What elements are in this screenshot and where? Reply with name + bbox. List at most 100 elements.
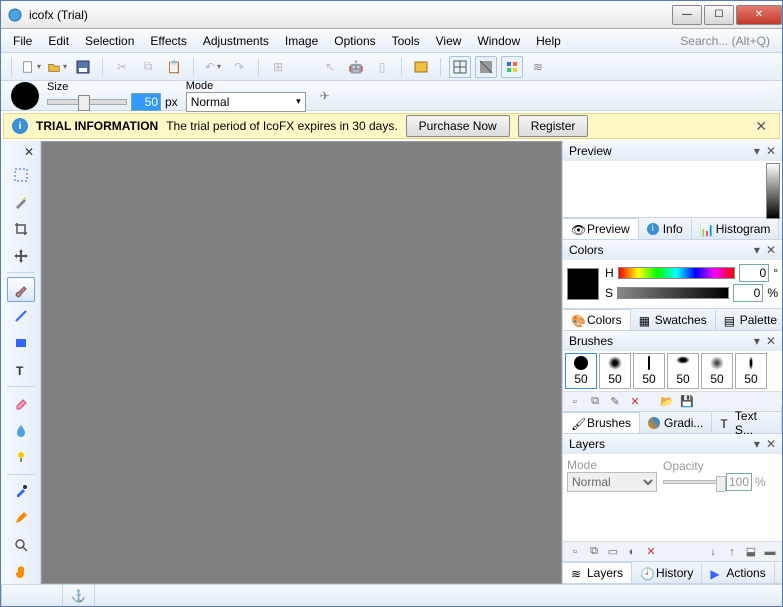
tool-text[interactable]: T xyxy=(7,358,35,383)
menu-view[interactable]: View xyxy=(428,31,470,51)
tab-preview[interactable]: 👁Preview xyxy=(563,218,639,239)
menu-window[interactable]: Window xyxy=(469,31,528,51)
panel-close-icon[interactable]: ✕ xyxy=(766,437,776,451)
brush-preset-3[interactable]: 50 xyxy=(633,353,665,389)
delete-brush-icon[interactable]: ✕ xyxy=(627,394,643,410)
tool-zoom[interactable] xyxy=(7,532,35,557)
tool-hand[interactable] xyxy=(7,559,35,584)
merge-down-icon[interactable]: ⬓ xyxy=(743,544,759,560)
menu-effects[interactable]: Effects xyxy=(142,31,194,51)
tab-histogram[interactable]: 📊Histogram xyxy=(692,219,780,239)
tool-pencil[interactable] xyxy=(7,506,35,531)
brush-preset-6[interactable]: 50 xyxy=(735,353,767,389)
menu-options[interactable]: Options xyxy=(326,31,383,51)
sat-value[interactable]: 0 xyxy=(733,284,763,302)
image-button[interactable] xyxy=(410,56,432,78)
dup-brush-icon[interactable]: ⧉ xyxy=(587,394,603,410)
open-button[interactable] xyxy=(46,56,68,78)
apple-icon[interactable] xyxy=(293,56,315,78)
dup-layer-icon[interactable]: ⧉ xyxy=(586,544,602,560)
collapse-icon[interactable]: ▾ xyxy=(754,334,760,348)
menu-tools[interactable]: Tools xyxy=(384,31,428,51)
size-input[interactable]: 50 xyxy=(131,93,161,111)
mask-icon[interactable]: ◐ xyxy=(624,544,640,560)
color-swatch[interactable] xyxy=(567,268,599,300)
size-slider[interactable] xyxy=(47,99,127,105)
close-button[interactable]: ✕ xyxy=(736,5,782,25)
grid1-button[interactable] xyxy=(449,56,471,78)
tab-layers[interactable]: ≋Layers xyxy=(563,562,632,583)
panel-close-icon[interactable]: ✕ xyxy=(766,243,776,257)
paste-button[interactable]: 📋 xyxy=(163,56,185,78)
collapse-icon[interactable]: ▾ xyxy=(754,243,760,257)
undo-button[interactable]: ↶ xyxy=(202,56,224,78)
sat-slider[interactable] xyxy=(617,287,729,299)
menu-selection[interactable]: Selection xyxy=(77,31,142,51)
phone-icon[interactable]: ▯ xyxy=(371,56,393,78)
tool-brush[interactable] xyxy=(7,277,35,302)
hue-slider[interactable] xyxy=(618,267,736,279)
windows-icon[interactable]: ⊞ xyxy=(267,56,289,78)
tool-eraser[interactable] xyxy=(7,391,35,416)
airbrush-icon[interactable]: ✈ xyxy=(314,85,336,107)
new-brush-icon[interactable]: ▫ xyxy=(567,394,583,410)
opacity-value[interactable]: 100 xyxy=(726,473,752,491)
maximize-button[interactable]: ☐ xyxy=(704,5,734,25)
new-layer-icon[interactable]: ▫ xyxy=(567,544,583,560)
brush-preset-1[interactable]: 50 xyxy=(565,353,597,389)
brush-preset-5[interactable]: 50 xyxy=(701,353,733,389)
new-group-icon[interactable]: ▭ xyxy=(605,544,621,560)
menu-file[interactable]: File xyxy=(5,31,40,51)
search-input[interactable]: Search... (Alt+Q) xyxy=(672,31,778,51)
tab-swatches[interactable]: ▦Swatches xyxy=(631,310,716,330)
panel-close-icon[interactable]: ✕ xyxy=(766,334,776,348)
tool-eyedropper[interactable] xyxy=(7,479,35,504)
tool-crop[interactable] xyxy=(7,217,35,242)
grid3-button[interactable] xyxy=(501,56,523,78)
purchase-button[interactable]: Purchase Now xyxy=(406,115,510,137)
tool-move[interactable] xyxy=(7,243,35,268)
redo-button[interactable]: ↷ xyxy=(228,56,250,78)
save-button[interactable] xyxy=(72,56,94,78)
tool-blur[interactable] xyxy=(7,418,35,443)
hue-value[interactable]: 0 xyxy=(739,264,769,282)
mode-select[interactable]: Normal xyxy=(186,92,306,112)
tab-info[interactable]: iInfo xyxy=(639,219,692,239)
flatten-icon[interactable]: ▬ xyxy=(762,544,778,560)
cursor-icon[interactable]: ↖ xyxy=(319,56,341,78)
brush-preset-2[interactable]: 50 xyxy=(599,353,631,389)
panel-close-icon[interactable]: ✕ xyxy=(766,144,776,158)
android-icon[interactable]: 🤖 xyxy=(345,56,367,78)
tool-marquee[interactable] xyxy=(7,163,35,188)
save-brush-icon[interactable]: 💾 xyxy=(679,394,695,410)
minimize-button[interactable]: — xyxy=(672,5,702,25)
layer-up-icon[interactable]: ↑ xyxy=(724,544,740,560)
canvas-area[interactable] xyxy=(41,141,562,584)
layer-down-icon[interactable]: ↓ xyxy=(705,544,721,560)
tool-wand[interactable] xyxy=(7,190,35,215)
layers-icon[interactable]: ≋ xyxy=(527,56,549,78)
copy-button[interactable]: ⧉ xyxy=(137,56,159,78)
cut-button[interactable]: ✂ xyxy=(111,56,133,78)
collapse-icon[interactable]: ▾ xyxy=(754,144,760,158)
open-brush-icon[interactable]: 📂 xyxy=(659,394,675,410)
tab-history[interactable]: 🕘History xyxy=(632,563,702,583)
collapse-icon[interactable]: ▾ xyxy=(754,437,760,451)
layer-mode-select[interactable]: Normal xyxy=(567,472,657,492)
edit-brush-icon[interactable]: ✎ xyxy=(607,394,623,410)
tab-colors[interactable]: 🎨Colors xyxy=(563,309,631,330)
tab-actions[interactable]: ▶Actions xyxy=(702,563,774,583)
toolbox-close-icon[interactable]: ✕ xyxy=(18,143,40,161)
tab-gradients[interactable]: Gradi... xyxy=(640,413,712,433)
menu-edit[interactable]: Edit xyxy=(40,31,77,51)
trial-close-icon[interactable]: ✕ xyxy=(751,118,771,135)
opacity-slider[interactable] xyxy=(663,480,723,484)
delete-layer-icon[interactable]: ✕ xyxy=(643,544,659,560)
brush-preset-4[interactable]: 50 xyxy=(667,353,699,389)
menu-adjustments[interactable]: Adjustments xyxy=(195,31,277,51)
tab-palette[interactable]: ▤Palette xyxy=(716,310,782,330)
tool-line[interactable] xyxy=(7,304,35,329)
grid2-button[interactable] xyxy=(475,56,497,78)
register-button[interactable]: Register xyxy=(518,115,589,137)
tab-brushes[interactable]: 🖌Brushes xyxy=(563,412,640,433)
